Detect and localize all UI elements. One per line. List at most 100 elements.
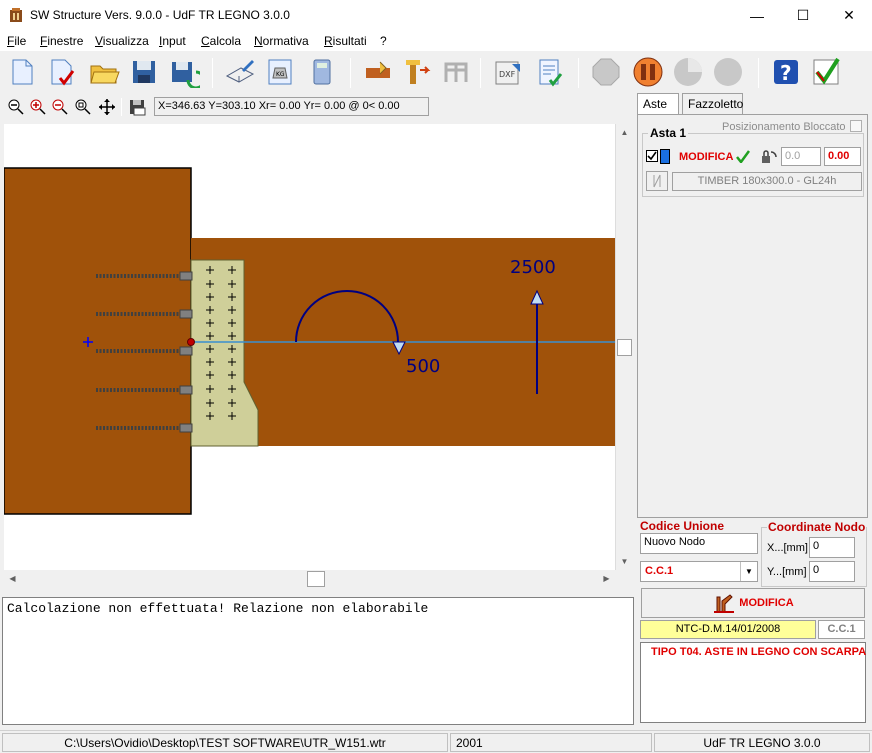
new-file-icon[interactable] [6, 56, 38, 88]
modifica-node-button[interactable]: MODIFICA [641, 588, 865, 618]
tab-fazzoletto[interactable]: Fazzoletto [682, 93, 743, 114]
section-icon[interactable] [646, 171, 668, 191]
maximize-button[interactable]: ☐ [780, 0, 826, 31]
toolbar-separator [350, 58, 351, 88]
tab-aste[interactable]: Aste [637, 93, 679, 115]
asta-color-swatch[interactable] [660, 149, 670, 164]
timber-joint-icon[interactable] [362, 56, 394, 88]
timber-column [4, 167, 192, 515]
menu-risultati[interactable]: Risultati [324, 34, 367, 48]
title-bar: SW Structure Vers. 9.0.0 - UdF TR LEGNO … [0, 0, 872, 31]
svg-text:?: ? [780, 61, 792, 85]
octagon-disabled-icon[interactable] [590, 56, 622, 88]
status-code: 2001 [450, 733, 652, 752]
message-panel: Calcolazione non effettuata! Relazione n… [2, 597, 634, 725]
y-label: Y...[mm] [767, 566, 807, 578]
combination-field[interactable]: C.C.1 [818, 620, 865, 639]
toolbar-separator [480, 58, 481, 88]
scroll-up-icon[interactable]: ▲ [616, 124, 633, 141]
report-book-icon[interactable] [224, 56, 256, 88]
help-icon[interactable]: ? [770, 56, 802, 88]
tab-content: Posizionamento Bloccato Asta 1 MODIFICA … [637, 114, 868, 518]
zoom-out-icon[interactable] [7, 98, 25, 116]
scroll-left-icon[interactable]: ◀ [4, 570, 21, 587]
check-icon[interactable] [736, 150, 750, 163]
vertical-scroll-thumb[interactable] [617, 339, 632, 356]
save-dxf-icon[interactable] [128, 98, 146, 116]
node-edit-icon [714, 594, 735, 613]
modifica-node-label: MODIFICA [739, 597, 794, 609]
force-label: 2500 [510, 257, 556, 278]
x-coordinate-field[interactable]: 0 [809, 537, 855, 558]
app-icon[interactable] [8, 7, 24, 23]
horizontal-scrollbar[interactable]: ◀ ▶ [4, 570, 615, 588]
status-module: UdF TR LEGNO 3.0.0 [654, 733, 870, 752]
confirm-check-icon[interactable] [810, 56, 842, 88]
asta-enabled-checkbox[interactable] [646, 150, 658, 162]
posizionamento-checkbox[interactable] [850, 120, 862, 132]
weight-kg-icon[interactable]: KG [264, 56, 296, 88]
coordinate-nodo-title: Coordinate Nodo [767, 520, 867, 534]
pie-disabled-icon[interactable] [672, 56, 704, 88]
menu-bar: File Finestre Visualizza Input Calcola N… [0, 31, 872, 51]
new-checked-icon[interactable] [46, 56, 78, 88]
normativa-field[interactable]: NTC-D.M.14/01/2008 [640, 620, 816, 639]
svg-text:DXF: DXF [499, 70, 516, 79]
menu-finestre[interactable]: Finestre [40, 34, 83, 48]
circle-disabled-icon[interactable] [712, 56, 744, 88]
moment-label: 500 [406, 356, 441, 377]
joint-type-text: TIPO T04. ASTE IN LEGNO CON SCARPA [651, 646, 867, 658]
save-as-icon[interactable] [168, 56, 200, 88]
y-coordinate-field[interactable]: 0 [809, 561, 855, 582]
codice-unione-label: Codice Unione [640, 519, 725, 533]
zoom-in-icon[interactable] [29, 98, 47, 116]
status-message: Calcolazione non effettuata! Relazione n… [7, 601, 429, 616]
combination-select[interactable]: C.C.1 ▼ [640, 561, 758, 582]
lock-rotation-icon[interactable] [760, 148, 778, 165]
report-check-icon[interactable] [534, 56, 566, 88]
section-field[interactable]: TIMBER 180x300.0 - GL24h [672, 172, 862, 191]
drawing-canvas[interactable]: 500 2500 [4, 124, 615, 570]
view-toolbar: X=346.63 Y=303.10 Xr= 0.00 Yr= 0.00 @ 0<… [4, 96, 632, 118]
dxf-export-icon[interactable]: DXF [492, 56, 524, 88]
chevron-down-icon[interactable]: ▼ [740, 562, 757, 581]
coordinate-readout: X=346.63 Y=303.10 Xr= 0.00 Yr= 0.00 @ 0<… [154, 97, 429, 116]
scroll-down-icon[interactable]: ▼ [616, 553, 633, 570]
menu-input[interactable]: Input [159, 34, 186, 48]
menu-normativa[interactable]: Normativa [254, 34, 309, 48]
posizionamento-label: Posizionamento Bloccato [722, 121, 846, 133]
zoom-previous-icon[interactable] [51, 98, 69, 116]
zoom-window-icon[interactable] [74, 98, 92, 116]
toolbar-separator [212, 58, 213, 88]
vertical-scrollbar[interactable]: ▲ ▼ [615, 124, 632, 570]
status-file-path: C:\Users\Ovidio\Desktop\TEST SOFTWARE\UT… [2, 733, 448, 752]
menu-help[interactable]: ? [380, 34, 387, 48]
offset-field[interactable]: 0.00 [824, 147, 861, 166]
pan-icon[interactable] [98, 98, 116, 116]
connector-icon[interactable] [400, 56, 432, 88]
asta-title: Asta 1 [648, 126, 689, 140]
toolbar-separator [121, 98, 122, 116]
menu-calcola[interactable]: Calcola [201, 34, 241, 48]
disabled-frame-icon[interactable] [440, 56, 472, 88]
status-bar: C:\Users\Ovidio\Desktop\TEST SOFTWARE\UT… [0, 730, 872, 753]
modifica-asta-label[interactable]: MODIFICA [679, 151, 733, 163]
connection-drawing [4, 167, 615, 515]
codice-unione-field[interactable]: Nuovo Nodo [640, 533, 758, 554]
minimize-button[interactable]: — [734, 0, 780, 31]
close-button[interactable]: ✕ [826, 0, 872, 31]
joint-type-box: TIPO T04. ASTE IN LEGNO CON SCARPA [640, 642, 866, 723]
menu-visualizza[interactable]: Visualizza [95, 34, 149, 48]
menu-file[interactable]: File [7, 34, 26, 48]
node-point[interactable] [187, 338, 195, 346]
open-folder-icon[interactable] [88, 56, 120, 88]
angle-field[interactable]: 0.0 [781, 147, 821, 166]
horizontal-scroll-thumb[interactable] [307, 571, 325, 587]
scroll-right-icon[interactable]: ▶ [598, 570, 615, 587]
properties-panel: Aste Fazzoletto Posizionamento Bloccato … [637, 93, 871, 726]
main-toolbar: KG DXF ? [0, 52, 872, 92]
timber-section-icon[interactable] [632, 56, 664, 88]
window-title: SW Structure Vers. 9.0.0 - UdF TR LEGNO … [30, 8, 290, 22]
save-icon[interactable] [128, 56, 160, 88]
calculator-icon[interactable] [306, 56, 338, 88]
